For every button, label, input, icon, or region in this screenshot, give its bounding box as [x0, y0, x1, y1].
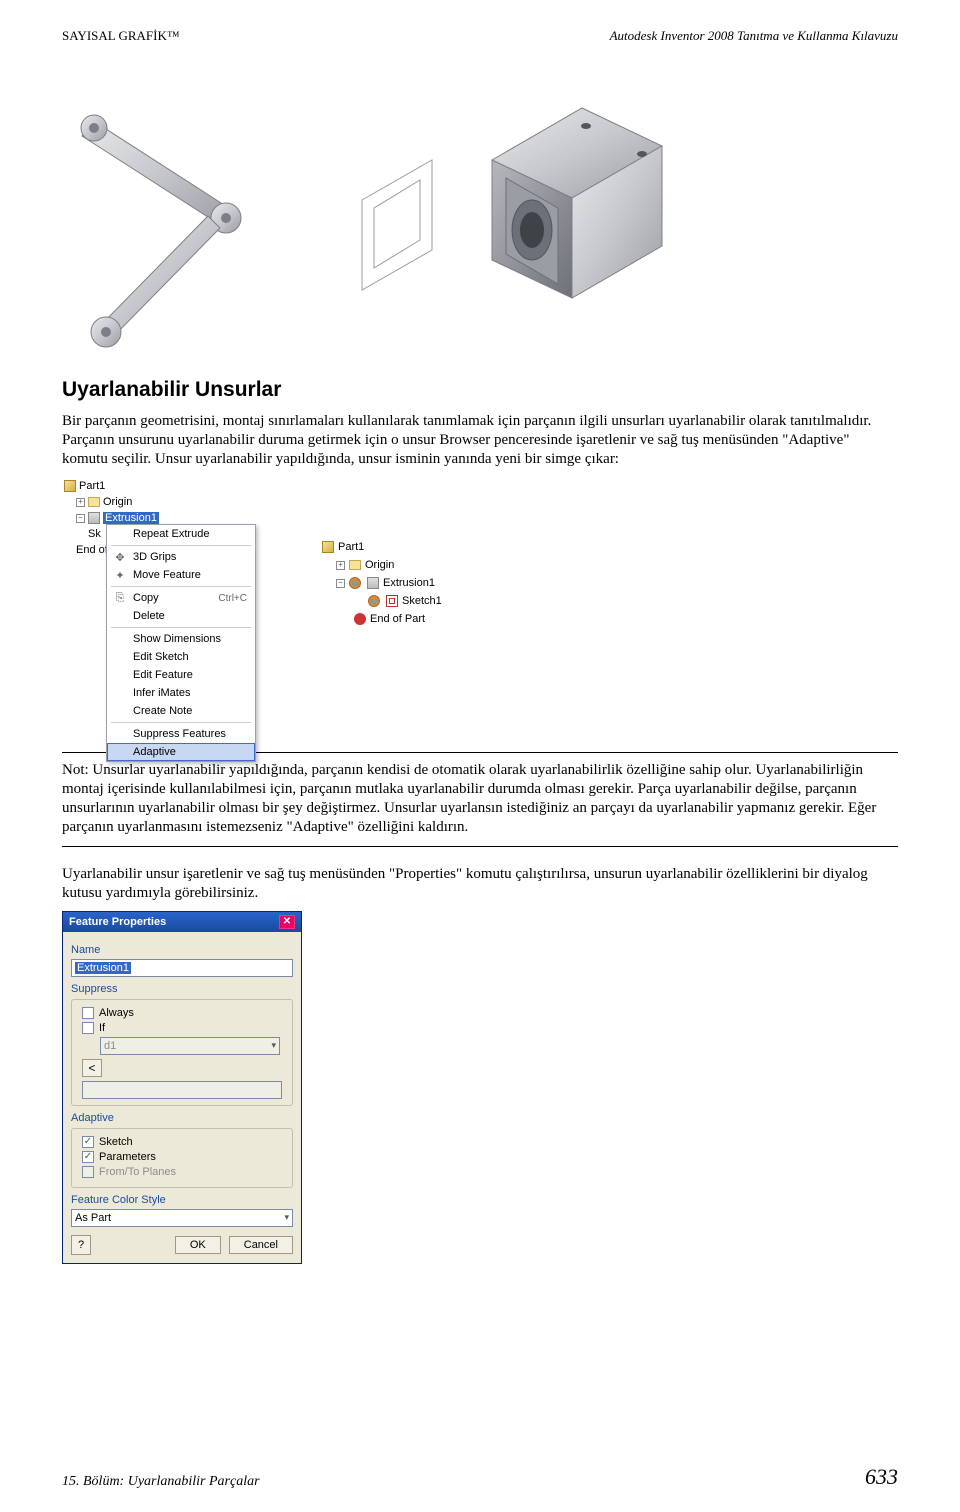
properties-paragraph: Uyarlanabilir unsur işaretlenir ve sağ t…: [62, 865, 898, 903]
menu-delete[interactable]: Delete: [107, 607, 255, 625]
close-icon[interactable]: ✕: [279, 915, 295, 929]
parameters-checkbox[interactable]: ✓: [82, 1151, 94, 1163]
adaptive-icon: [349, 577, 361, 589]
tree-end: End of: [76, 544, 108, 556]
help-button[interactable]: ?: [71, 1235, 91, 1255]
note-paragraph: Not: Unsurlar uyarlanabilir yapıldığında…: [62, 761, 898, 836]
menu-label: Create Note: [133, 705, 192, 717]
header-right: Autodesk Inventor 2008 Tanıtma ve Kullan…: [610, 28, 898, 44]
collapse-icon[interactable]: −: [336, 579, 345, 588]
menu-label: Edit Sketch: [133, 651, 189, 663]
menu-infer-imates[interactable]: Infer iMates: [107, 684, 255, 702]
cancel-button[interactable]: Cancel: [229, 1236, 293, 1254]
menu-label: Copy: [133, 592, 159, 604]
extrusion-icon: [88, 512, 100, 524]
note-separator-bottom: [62, 846, 898, 847]
chevron-down-icon: ▾: [271, 1040, 276, 1051]
copy-icon: ⎘: [113, 591, 127, 605]
menu-repeat-extrude[interactable]: Repeat Extrude: [107, 525, 255, 543]
always-label: Always: [99, 1007, 134, 1019]
footer-chapter: 15. Bölüm: Uyarlanabilir Parçalar: [62, 1474, 260, 1490]
menu-create-note[interactable]: Create Note: [107, 702, 255, 720]
browser-context-figure: Part1 + Origin − Extrusion1 Sk End of Repe…: [62, 478, 262, 742]
menu-suppress-features[interactable]: Suppress Features: [107, 725, 255, 743]
tree2-sketch: Sketch1: [402, 595, 442, 607]
menu-move-feature[interactable]: ✦ Move Feature: [107, 566, 255, 584]
param-value: d1: [104, 1040, 116, 1052]
param-combo: d1 ▾: [100, 1037, 280, 1055]
tree2-origin: Origin: [365, 559, 394, 571]
section-heading: Uyarlanabilir Unsurlar: [62, 378, 898, 402]
menu-label: Suppress Features: [133, 728, 226, 740]
expand-icon[interactable]: +: [336, 561, 345, 570]
tree2-end: End of Part: [370, 613, 425, 625]
feature-color-style-combo[interactable]: As Part ▾: [71, 1209, 293, 1227]
part-icon: [64, 480, 76, 492]
extrusion-icon: [367, 577, 379, 589]
header-left: SAYISAL GRAFİK™: [62, 28, 180, 44]
intro-paragraph: Bir parçanın geometrisini, montaj sınırl…: [62, 412, 898, 468]
tree-origin: Origin: [103, 496, 132, 508]
folder-icon: [349, 560, 361, 570]
sketch-icon: [386, 595, 398, 607]
menu-edit-feature[interactable]: Edit Feature: [107, 666, 255, 684]
adaptive-group-label: Adaptive: [71, 1112, 293, 1124]
folder-icon: [88, 497, 100, 507]
footer-page-number: 633: [865, 1464, 898, 1490]
if-label: If: [99, 1022, 105, 1034]
feature-properties-dialog: Feature Properties ✕ Name Extrusion1 Sup…: [62, 911, 302, 1264]
menu-label: Repeat Extrude: [133, 528, 209, 540]
tree-sketch: Sk: [88, 528, 101, 540]
tree2-extr: Extrusion1: [383, 577, 435, 589]
threshold-field: [82, 1081, 282, 1099]
end-of-part-icon: [354, 613, 366, 625]
chevron-down-icon: ▾: [284, 1212, 289, 1223]
menu-edit-sketch[interactable]: Edit Sketch: [107, 648, 255, 666]
copy-shortcut: Ctrl+C: [218, 593, 247, 604]
adaptive-parameters-label: Parameters: [99, 1151, 156, 1163]
adaptive-result-tree: Part1 + Origin − Extrusion1 Sketch1 End of…: [322, 538, 442, 628]
collapse-icon[interactable]: −: [76, 514, 85, 523]
menu-label: Adaptive: [133, 746, 176, 758]
fromto-checkbox: [82, 1166, 94, 1178]
ok-button[interactable]: OK: [175, 1236, 221, 1254]
adaptive-fromto-label: From/To Planes: [99, 1166, 176, 1178]
menu-label: Show Dimensions: [133, 633, 221, 645]
menu-label: Infer iMates: [133, 687, 190, 699]
feature-color-style-value: As Part: [75, 1212, 111, 1224]
menu-3d-grips[interactable]: ✥ 3D Grips: [107, 548, 255, 566]
expand-icon[interactable]: +: [76, 498, 85, 507]
sketch-checkbox[interactable]: ✓: [82, 1136, 94, 1148]
menu-label: Edit Feature: [133, 669, 193, 681]
menu-label: 3D Grips: [133, 551, 176, 563]
adaptive-sketch-label: Sketch: [99, 1136, 133, 1148]
menu-show-dimensions[interactable]: Show Dimensions: [107, 630, 255, 648]
part-icon: [322, 541, 334, 553]
tree-part: Part1: [79, 480, 105, 492]
feature-color-style-label: Feature Color Style: [71, 1194, 293, 1206]
name-field[interactable]: Extrusion1: [71, 959, 293, 977]
comparator-button[interactable]: <: [82, 1059, 102, 1077]
menu-label: Delete: [133, 610, 165, 622]
name-label: Name: [71, 944, 293, 956]
always-checkbox[interactable]: [82, 1007, 94, 1019]
menu-copy[interactable]: ⎘ Copy Ctrl+C: [107, 589, 255, 607]
suppress-label: Suppress: [71, 983, 293, 995]
context-menu: Repeat Extrude ✥ 3D Grips ✦ Move Feature ⎘…: [106, 524, 256, 762]
grips-icon: ✥: [113, 550, 127, 564]
tree2-part: Part1: [338, 541, 364, 553]
tree-selected-feature[interactable]: Extrusion1: [103, 512, 159, 524]
menu-label: Move Feature: [133, 569, 201, 581]
dialog-title: Feature Properties: [69, 916, 166, 928]
exploded-assembly-figure: [62, 50, 682, 366]
if-checkbox[interactable]: [82, 1022, 94, 1034]
adaptive-icon: [368, 595, 380, 607]
move-icon: ✦: [113, 568, 127, 582]
menu-adaptive[interactable]: Adaptive: [107, 743, 255, 761]
name-value: Extrusion1: [75, 962, 131, 974]
